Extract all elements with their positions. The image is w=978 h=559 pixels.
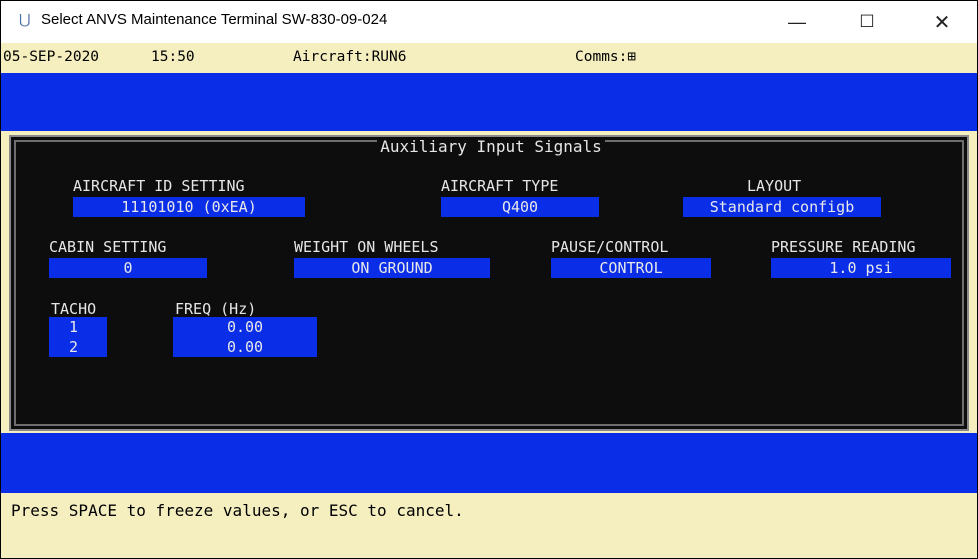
status-date: 05-SEP-2020 (3, 49, 100, 65)
prompt-text: Press SPACE to freeze values, or ESC to … (11, 501, 464, 520)
maximize-button[interactable]: ☐ (841, 1, 893, 43)
aircraft-id-field: 11101010 (0xEA) (73, 197, 305, 217)
close-icon: ✕ (933, 11, 951, 34)
aircraft-type-label: AIRCRAFT TYPE (441, 177, 559, 195)
status-bar: 05-SEP-2020 15:50 Aircraft:RUN6 Comms:⊞ (1, 43, 977, 73)
aircraft-id-label: AIRCRAFT ID SETTING (73, 177, 245, 195)
layout-label: LAYOUT (747, 177, 802, 195)
pause-control-field: CONTROL (551, 258, 711, 278)
status-time: 15:50 (151, 49, 195, 65)
pressure-reading-field: 1.0 psi (771, 258, 951, 278)
cabin-setting-field: 0 (49, 258, 207, 278)
layout-field: Standard configb (683, 197, 881, 217)
prompt-bar: Press SPACE to freeze values, or ESC to … (1, 493, 977, 558)
freq-label: FREQ (Hz) (175, 300, 257, 318)
status-aircraft: Aircraft:RUN6 (293, 49, 407, 65)
minimize-icon: — (788, 11, 806, 32)
status-comms: Comms:⊞ (575, 49, 637, 65)
weight-on-wheels-field: ON GROUND (294, 258, 490, 278)
tacho-id-1: 1 (69, 318, 79, 336)
aircraft-type-field: Q400 (441, 197, 599, 217)
close-button[interactable]: ✕ (916, 1, 968, 43)
tacho-label: TACHO (51, 300, 97, 318)
panel-title: Auxiliary Input Signals (377, 137, 605, 156)
pause-control-label: PAUSE/CONTROL (551, 238, 669, 256)
window-title: Select ANVS Maintenance Terminal SW-830-… (41, 11, 388, 28)
tacho-id-2: 2 (69, 338, 79, 356)
title-bar[interactable]: ⋃ Select ANVS Maintenance Terminal SW-83… (1, 1, 977, 43)
weight-on-wheels-label: WEIGHT ON WHEELS (294, 238, 439, 256)
auxiliary-input-panel: Auxiliary Input Signals AIRCRAFT ID SETT… (9, 135, 969, 431)
maximize-icon: ☐ (859, 12, 875, 31)
pressure-reading-label: PRESSURE READING (771, 238, 916, 256)
freq-value-1: 0.00 (226, 318, 264, 336)
terminal-window: ⋃ Select ANVS Maintenance Terminal SW-83… (0, 0, 978, 559)
cabin-setting-label: CABIN SETTING (49, 238, 167, 256)
minimize-button[interactable]: — (771, 1, 823, 43)
app-icon: ⋃ (19, 11, 31, 27)
header-band (1, 73, 977, 131)
footer-band (1, 433, 977, 493)
freq-value-2: 0.00 (226, 338, 264, 356)
